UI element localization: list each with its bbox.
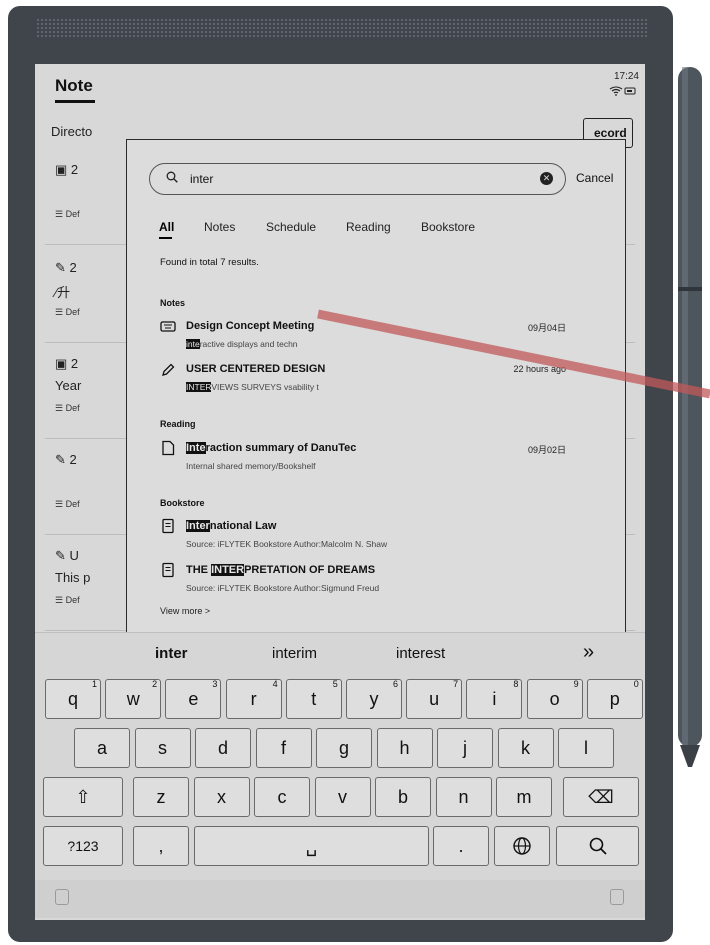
stage: 17:24 Note Directo ecord ▣ 2☰ Def⚑Synced… xyxy=(0,0,710,945)
annotation-line xyxy=(317,309,710,399)
